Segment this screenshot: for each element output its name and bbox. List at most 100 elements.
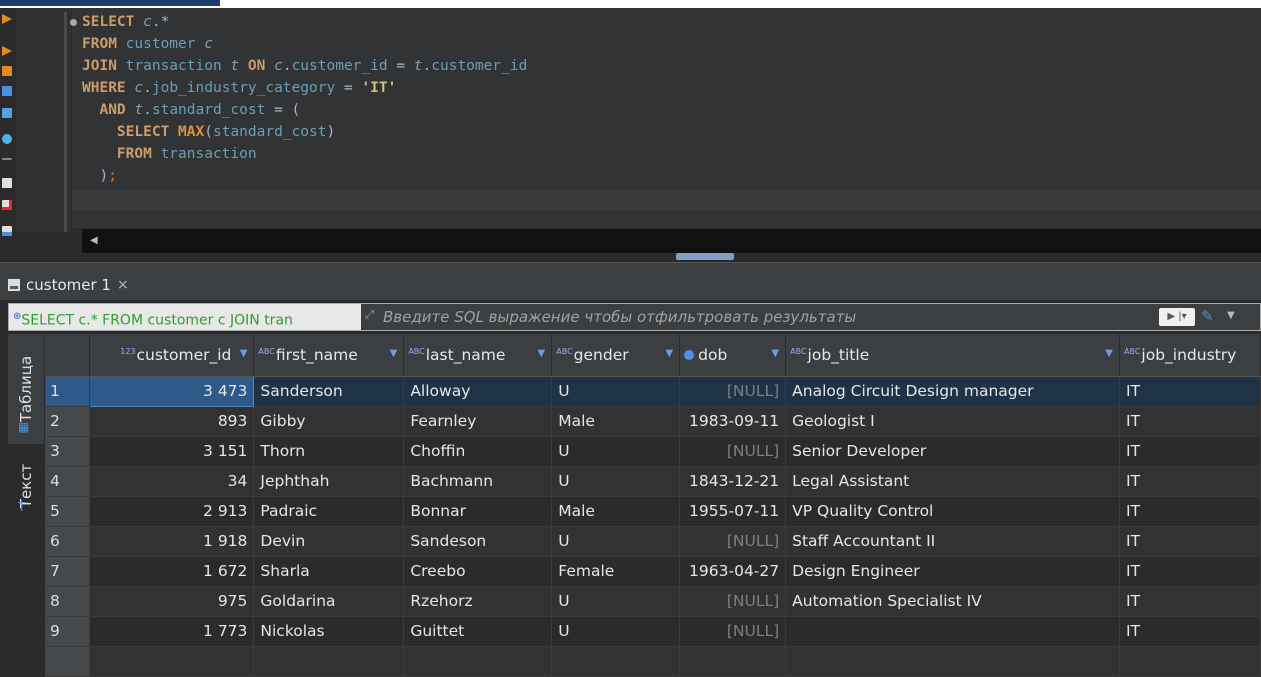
table-row[interactable]: 91 773 Nickolas Guittet U [NULL] IT [46, 616, 1261, 647]
cell-gender[interactable]: Male [551, 496, 681, 527]
cell-customer-id[interactable]: 1 672 [89, 556, 255, 587]
cell-dob[interactable]: [NULL] [679, 586, 787, 617]
cell-last-name[interactable]: Alloway [403, 376, 553, 407]
table-row[interactable]: 13 473 Sanderson Alloway U [NULL] Analog Circ… [46, 375, 1261, 407]
table-row[interactable]: 61 918 Devin Sandeson U [NULL] Staff Accounta… [46, 526, 1261, 557]
column-header-job-industry[interactable]: ABCjob_industry [1119, 334, 1261, 377]
row-number[interactable]: 9 [46, 616, 91, 647]
execute-statement-icon[interactable] [2, 14, 12, 24]
scroll-left-icon[interactable]: ◀ [90, 235, 98, 246]
cell-dob[interactable]: 1843-12-21 [679, 466, 787, 497]
code-line[interactable]: FROM customer c [82, 36, 213, 52]
sort-icon[interactable]: ▼ [240, 348, 248, 359]
cell-gender[interactable]: Female [551, 556, 681, 587]
cell-customer-id[interactable]: 1 918 [89, 526, 255, 557]
cell-job-title[interactable]: Analog Circuit Design manager [785, 376, 1120, 407]
row-number[interactable]: 2 [46, 406, 91, 437]
cell-last-name[interactable]: Fearnley [403, 406, 553, 437]
sort-icon[interactable]: ▼ [390, 348, 398, 359]
cell-job-industry[interactable]: IT [1119, 556, 1261, 587]
tab-text-view[interactable]: Текст [8, 446, 44, 526]
cell-job-title[interactable]: VP Quality Control [785, 496, 1120, 527]
fold-marker-icon[interactable] [70, 19, 77, 26]
cell-job-title[interactable]: Senior Developer [785, 436, 1120, 467]
tab-customer-1[interactable]: customer 1 × [8, 273, 129, 297]
cell-job-title[interactable]: Geologist I [785, 406, 1120, 437]
row-number[interactable]: 4 [46, 466, 91, 497]
cell-last-name[interactable]: Bachmann [403, 466, 553, 497]
export-icon[interactable] [2, 178, 12, 188]
sql-preview[interactable]: ⊕SELECT c.* FROM customer c JOIN tran [9, 304, 361, 330]
cell-customer-id[interactable]: 1 773 [89, 616, 255, 647]
cell-first-name[interactable]: Devin [253, 526, 405, 557]
cell-first-name[interactable]: Gibby [253, 406, 405, 437]
cell-dob[interactable]: [NULL] [679, 376, 787, 407]
row-number[interactable]: 5 [46, 496, 91, 527]
explain-plan-icon[interactable] [2, 86, 12, 96]
sort-icon[interactable]: ▼ [1105, 348, 1113, 359]
cell-customer-id[interactable]: 893 [89, 406, 255, 437]
cell-job-title[interactable]: Staff Accountant II [785, 526, 1120, 557]
cell-last-name[interactable]: Creebo [403, 556, 553, 587]
cell-customer-id[interactable]: 3 151 [89, 436, 255, 467]
cell-first-name[interactable]: Thorn [253, 436, 405, 467]
cell-dob[interactable]: 1963-04-27 [679, 556, 787, 587]
cell-dob[interactable]: 1983-09-11 [679, 406, 787, 437]
cell-dob[interactable]: 1955-07-11 [679, 496, 787, 527]
code-line[interactable]: SELECT c.* [82, 14, 169, 30]
code-line[interactable]: ); [82, 168, 116, 184]
cell-job-title[interactable] [785, 616, 1120, 647]
cell-first-name[interactable]: Jephthah [253, 466, 405, 497]
format-icon[interactable] [2, 226, 12, 236]
column-header-dob[interactable]: dob ▼ [679, 334, 787, 377]
table-row[interactable]: 8 975 Goldarina Rzehorz U [NULL] Automation Sp… [46, 586, 1261, 617]
cell-customer-id[interactable]: 34 [89, 466, 255, 497]
cell-gender[interactable]: U [551, 466, 681, 497]
column-header-first-name[interactable]: ABCfirst_name ▼ [253, 334, 405, 377]
cell-job-industry[interactable]: IT [1119, 466, 1261, 497]
cell-customer-id[interactable]: 3 473 [89, 375, 255, 407]
column-header-last-name[interactable]: ABClast_name ▼ [403, 334, 553, 377]
column-header-customer-id[interactable]: 123customer_id ▼ [89, 334, 255, 377]
cell-job-title[interactable]: Legal Assistant [785, 466, 1120, 497]
code-line[interactable]: AND t.standard_cost = ( [82, 102, 300, 118]
cell-gender[interactable]: U [551, 436, 681, 467]
row-number[interactable]: 1 [46, 376, 91, 407]
cell-job-industry[interactable]: IT [1119, 436, 1261, 467]
cell-job-industry[interactable]: IT [1119, 376, 1261, 407]
cell-job-industry[interactable]: IT [1119, 586, 1261, 617]
cell-last-name[interactable]: Choffin [403, 436, 553, 467]
chevron-down-icon[interactable]: ▼ [1227, 310, 1235, 321]
cell-job-industry[interactable]: IT [1119, 526, 1261, 557]
cell-last-name[interactable]: Guittet [403, 616, 553, 647]
row-number[interactable]: 8 [46, 586, 91, 617]
cell-last-name[interactable]: Rzehorz [403, 586, 553, 617]
code-line[interactable]: JOIN transaction t ON c.customer_id = t.… [82, 58, 527, 74]
row-number[interactable]: 3 [46, 436, 91, 467]
cell-first-name[interactable]: Padraic [253, 496, 405, 527]
cell-job-industry[interactable]: IT [1119, 616, 1261, 647]
row-number[interactable]: 6 [46, 526, 91, 557]
close-icon[interactable]: × [117, 277, 129, 293]
table-row[interactable]: 52 913 Padraic Bonnar Male 1955-07-11 VP Qual… [46, 496, 1261, 527]
code-line[interactable]: SELECT MAX(standard_cost) [82, 124, 335, 140]
code-line[interactable]: FROM transaction [82, 146, 257, 162]
cell-customer-id[interactable]: 2 913 [89, 496, 255, 527]
table-row[interactable]: 71 672 Sharla Creebo Female 1963-04-27 Design… [46, 556, 1261, 587]
cell-dob[interactable]: [NULL] [679, 436, 787, 467]
eraser-icon[interactable]: ✎ [1201, 307, 1221, 327]
cell-gender[interactable]: Male [551, 406, 681, 437]
expand-icon[interactable]: ⤢ [365, 308, 379, 324]
delete-icon[interactable] [2, 200, 12, 210]
cell-first-name[interactable]: Sharla [253, 556, 405, 587]
horizontal-scrollbar[interactable]: ◀ [82, 229, 1261, 253]
execute-in-new-tab-icon[interactable] [2, 46, 12, 56]
cell-first-name[interactable]: Nickolas [253, 616, 405, 647]
settings-icon[interactable] [2, 134, 12, 144]
column-header-job-title[interactable]: ABCjob_title ▼ [785, 334, 1120, 377]
sort-icon[interactable]: ▼ [538, 348, 546, 359]
table-row[interactable]: 2 893 Gibby Fearnley Male 1983-09-11 Geologist… [46, 406, 1261, 437]
cell-gender[interactable]: U [551, 616, 681, 647]
cell-dob[interactable]: [NULL] [679, 616, 787, 647]
cell-first-name[interactable]: Goldarina [253, 586, 405, 617]
